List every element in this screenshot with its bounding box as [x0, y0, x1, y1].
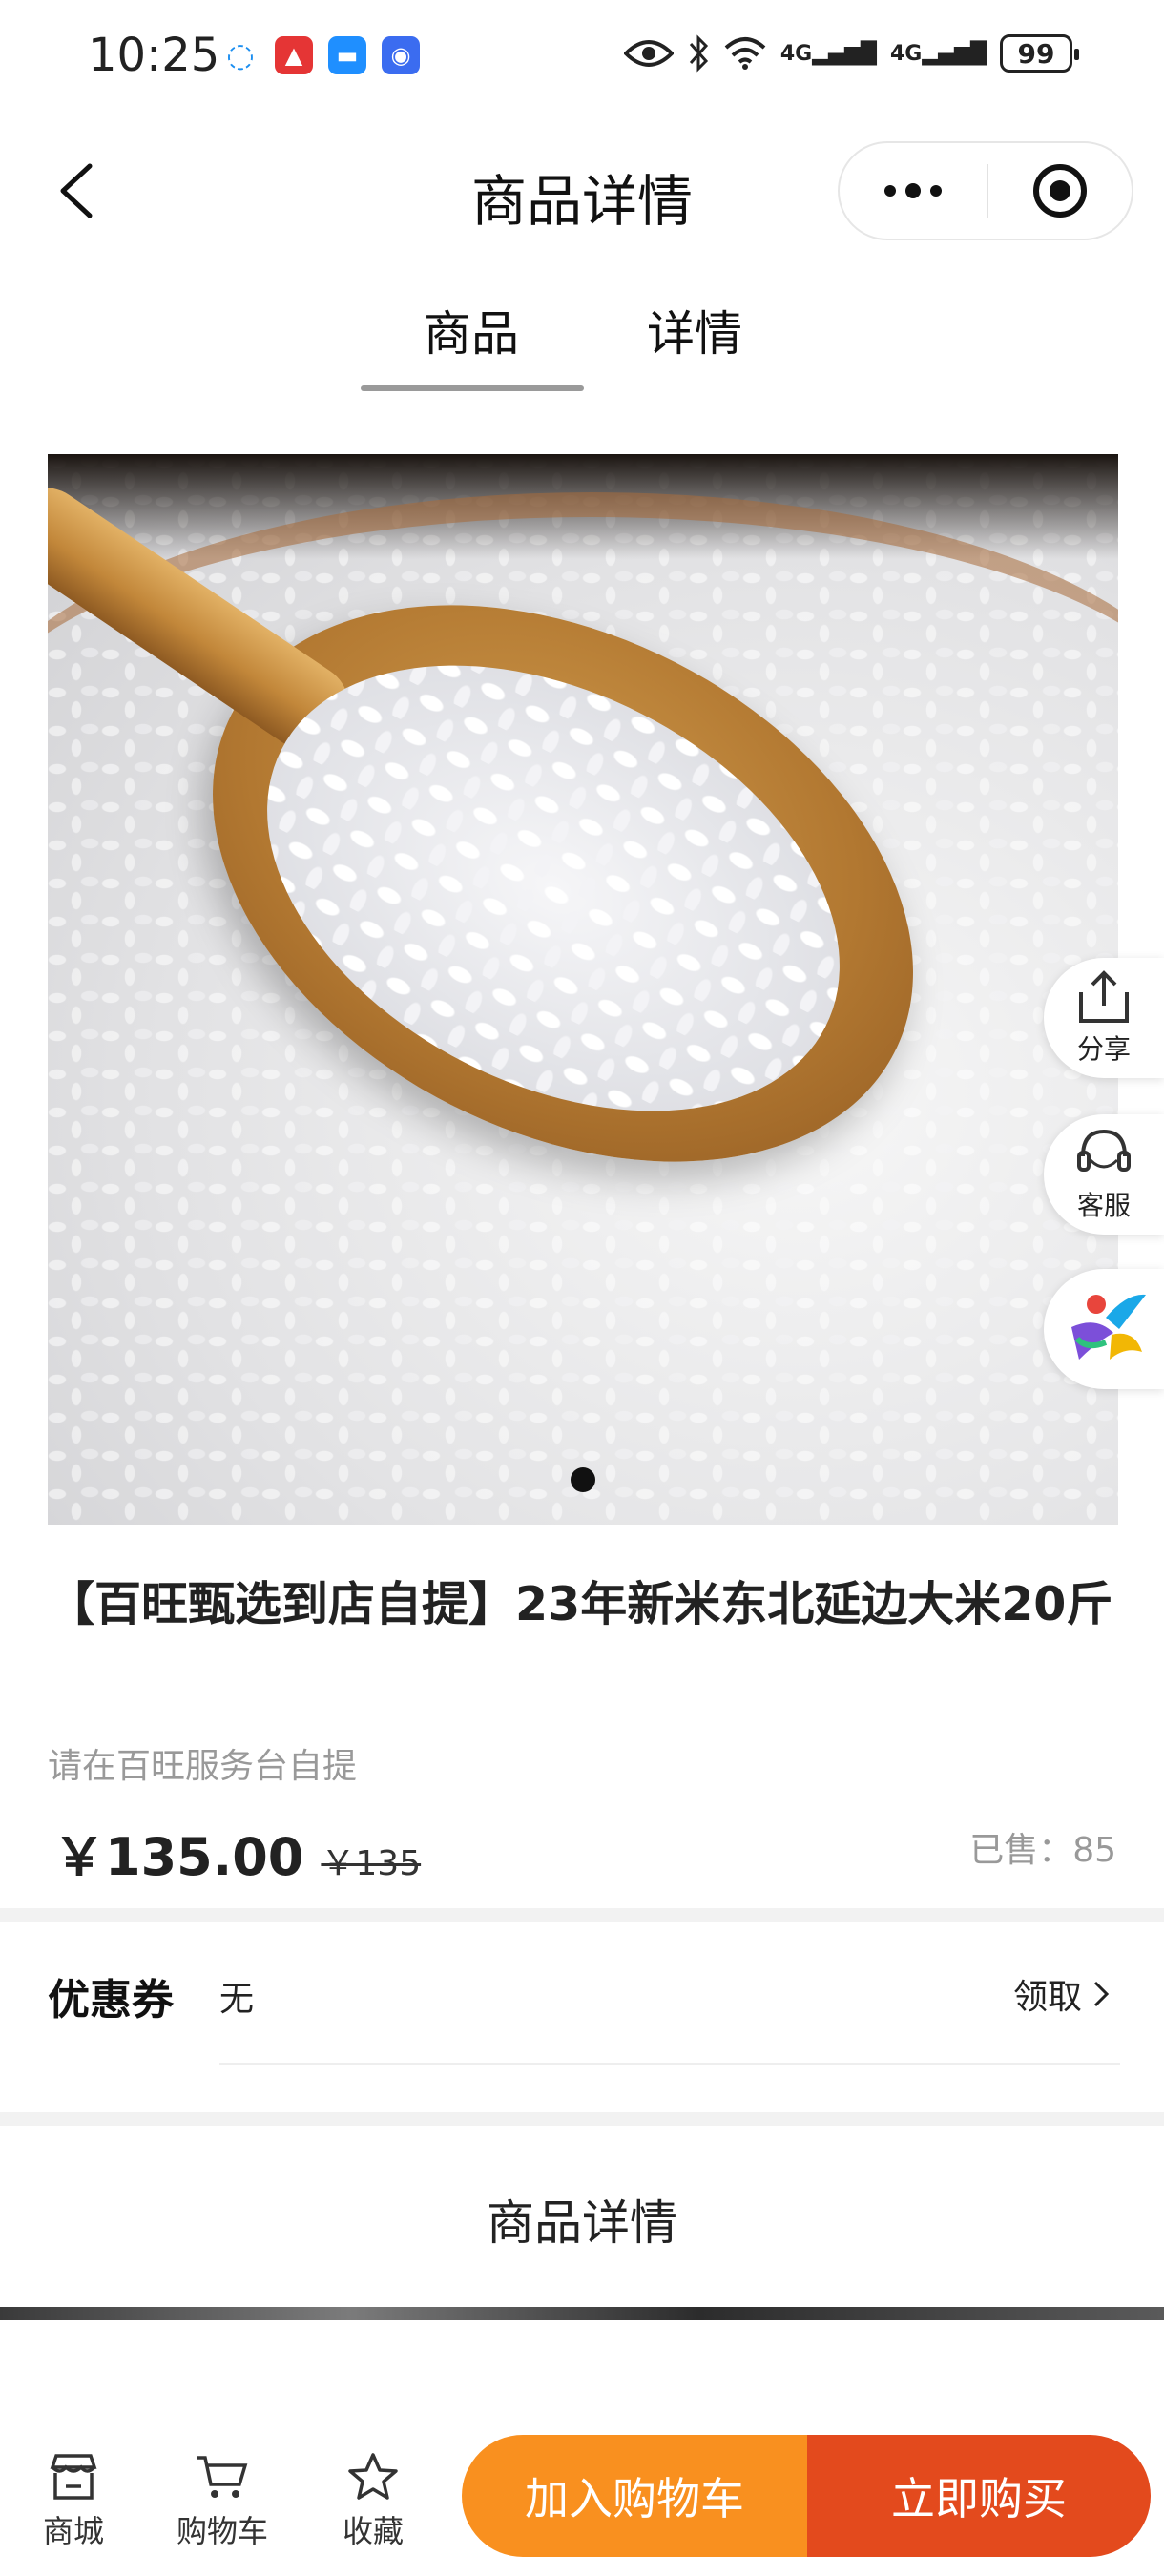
bottom-action-bar: 商城 购物车 收藏 加入购物车 立即购买	[0, 2423, 1164, 2576]
close-target-icon	[1033, 164, 1087, 218]
favorite-button[interactable]: 收藏	[311, 2452, 435, 2551]
service-label: 客服	[1076, 1190, 1131, 1221]
share-icon	[1079, 970, 1129, 1023]
battery-level: 99	[1017, 37, 1055, 70]
red-app-icon: ▲	[275, 36, 313, 74]
star-icon	[348, 2453, 398, 2500]
more-button[interactable]	[840, 143, 987, 239]
coupon-label: 优惠券	[48, 1976, 174, 2025]
add-to-cart-button[interactable]: 加入购物车	[462, 2435, 807, 2557]
coupon-row[interactable]: 优惠券 无 领取	[0, 1929, 1164, 2078]
status-app-icons: ◌ ▲ ▬ ◉	[221, 36, 420, 74]
share-button[interactable]: 分享	[1044, 958, 1164, 1078]
signal-label-2: 4G	[889, 41, 923, 66]
brand-logo-icon	[1071, 1294, 1146, 1360]
nav-bar: 商品详情	[0, 134, 1164, 248]
price-row: ￥135.00 ￥135	[53, 1815, 421, 1890]
active-tab-indicator	[361, 385, 584, 391]
battery-icon: 99	[1000, 34, 1079, 73]
cellular-icon-2: 4G▂▄▆█	[889, 41, 987, 66]
coupon-claim-label: 领取	[1012, 1978, 1082, 2017]
cart-label: 购物车	[176, 2513, 268, 2549]
coupon-divider	[219, 2063, 1120, 2065]
bluetooth-icon	[689, 34, 708, 73]
carousel-indicator-dot	[571, 1467, 595, 1492]
tab-goods[interactable]: 商品	[424, 296, 519, 364]
share-label: 分享	[1076, 1033, 1131, 1065]
product-image-carousel[interactable]	[48, 454, 1118, 1525]
store-icon	[50, 2454, 97, 2500]
brand-logo-button[interactable]	[1044, 1269, 1164, 1389]
cellular-icon: 4G▂▄▆█	[779, 41, 877, 66]
wifi-icon	[724, 37, 766, 70]
favorite-label: 收藏	[342, 2513, 404, 2549]
sold-count: 已售：85	[969, 1831, 1116, 1870]
chat-bubble-app-icon: ◌	[221, 36, 260, 74]
status-bar: 10:25 ◌ ▲ ▬ ◉ 4G▂▄▆█ 4G▂▄▆█ 99	[0, 0, 1164, 114]
price-original: ￥135	[321, 1844, 422, 1883]
shop-nav-button[interactable]: 商城	[11, 2452, 135, 2551]
section-divider-2	[0, 2112, 1164, 2126]
product-subtitle: 请在百旺服务台自提	[48, 1747, 358, 1786]
message-app-icon: ▬	[328, 36, 366, 74]
mini-program-capsule	[838, 141, 1133, 240]
more-dots-icon	[884, 185, 896, 197]
headset-icon	[1077, 1129, 1131, 1172]
section-divider	[0, 1908, 1164, 1922]
eye-icon	[623, 40, 674, 67]
chevron-right-icon	[1093, 1981, 1110, 2007]
tab-detail[interactable]: 详情	[647, 296, 742, 364]
cart-icon	[197, 2456, 248, 2498]
shop-label: 商城	[42, 2513, 104, 2549]
customer-service-button[interactable]: 客服	[1044, 1114, 1164, 1235]
blue-app-icon: ◉	[382, 36, 420, 74]
coupon-value: 无	[219, 1980, 255, 2019]
detail-image-top-edge	[0, 2307, 1164, 2320]
tab-bar: 商品 详情	[0, 286, 1164, 401]
price-current: ￥135.00	[53, 1827, 304, 1887]
coupon-claim-button[interactable]: 领取	[1013, 1969, 1111, 2019]
close-button[interactable]	[988, 143, 1132, 239]
status-indicators: 4G▂▄▆█ 4G▂▄▆█ 99	[623, 34, 1079, 73]
cart-nav-button[interactable]: 购物车	[160, 2452, 284, 2551]
status-time: 10:25	[88, 29, 220, 82]
signal-label-1: 4G	[779, 41, 813, 66]
buy-now-button[interactable]: 立即购买	[807, 2435, 1151, 2557]
product-title: 【百旺甄选到店自提】23年新米东北延边大米20斤	[48, 1577, 1113, 1631]
back-button[interactable]	[42, 156, 111, 225]
detail-section-heading: 商品详情	[487, 2195, 677, 2251]
back-arrow-icon	[60, 163, 93, 218]
